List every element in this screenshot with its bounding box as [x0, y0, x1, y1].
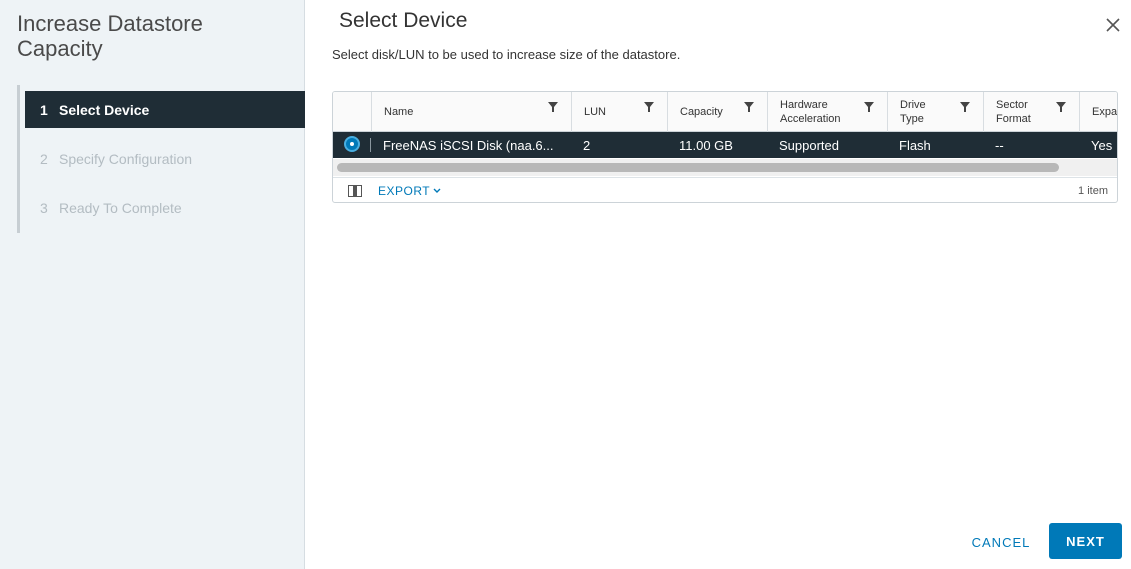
- column-header-capacity[interactable]: Capacity: [667, 92, 767, 132]
- chevron-down-icon: [433, 188, 441, 193]
- item-count: 1 item: [1078, 185, 1108, 197]
- table-row[interactable]: FreeNAS iSCSI Disk (naa.6... 2 11.00 GB …: [333, 132, 1117, 158]
- wizard-content: Select Device Select disk/LUN to be used…: [305, 0, 1131, 569]
- row-select-radio[interactable]: [344, 136, 360, 152]
- column-label: Name: [384, 106, 414, 118]
- cell-hardware-acceleration: Supported: [779, 137, 839, 153]
- next-button[interactable]: NEXT: [1049, 523, 1122, 559]
- horizontal-scrollbar[interactable]: [333, 159, 1117, 176]
- wizard-title: Increase Datastore Capacity: [17, 11, 203, 61]
- step-label: Specify Configuration: [59, 150, 193, 167]
- column-label: Capacity: [680, 106, 723, 118]
- select-column-header: [333, 92, 371, 132]
- wizard-sidebar: Increase Datastore Capacity 1 Select Dev…: [0, 0, 305, 569]
- export-label: EXPORT: [378, 184, 431, 198]
- filter-icon[interactable]: [1056, 102, 1066, 112]
- column-header-drive-type[interactable]: Drive Type: [887, 92, 983, 132]
- column-header-expandable[interactable]: Expa: [1079, 92, 1118, 132]
- cancel-button[interactable]: CANCEL: [960, 524, 1042, 560]
- filter-icon[interactable]: [744, 102, 754, 112]
- step-ready-to-complete[interactable]: 3 Ready To Complete: [25, 189, 305, 226]
- step-number: 3: [40, 199, 48, 216]
- step-select-device[interactable]: 1 Select Device: [25, 91, 305, 128]
- datagrid-header: Name LUN Capacity Hardware Acceleration D…: [333, 92, 1118, 132]
- step-label: Ready To Complete: [59, 199, 182, 216]
- column-label: Expa: [1092, 106, 1118, 118]
- page-subtitle: Select disk/LUN to be used to increase s…: [332, 47, 681, 62]
- cell-drive-type: Flash: [899, 137, 931, 153]
- step-number: 2: [40, 150, 48, 167]
- step-number: 1: [40, 101, 48, 118]
- cell-capacity: 11.00 GB: [679, 137, 733, 153]
- column-label: Sector Format: [996, 99, 1031, 125]
- page-title: Select Device: [339, 9, 468, 32]
- filter-icon[interactable]: [960, 102, 970, 112]
- filter-icon[interactable]: [548, 102, 558, 112]
- column-header-hardware-acceleration[interactable]: Hardware Acceleration: [767, 92, 887, 132]
- increase-datastore-dialog: Increase Datastore Capacity 1 Select Dev…: [0, 0, 1131, 569]
- column-header-lun[interactable]: LUN: [571, 92, 667, 132]
- column-label: Hardware Acceleration: [780, 99, 841, 125]
- export-button[interactable]: EXPORT: [378, 184, 441, 198]
- cell-lun: 2: [583, 137, 591, 153]
- filter-icon[interactable]: [644, 102, 654, 112]
- cell-name: FreeNAS iSCSI Disk (naa.6...: [383, 137, 554, 153]
- column-toggle-icon[interactable]: [348, 185, 362, 197]
- close-button[interactable]: [1103, 15, 1123, 35]
- cell-expandable: Yes: [1091, 137, 1113, 153]
- column-header-sector-format[interactable]: Sector Format: [983, 92, 1079, 132]
- step-label: Select Device: [59, 101, 150, 118]
- device-datagrid: Name LUN Capacity Hardware Acceleration D…: [332, 91, 1118, 203]
- scrollbar-thumb[interactable]: [337, 163, 1059, 172]
- wizard-steps: 1 Select Device 2 Specify Configuration …: [17, 85, 305, 233]
- close-icon: [1106, 18, 1120, 32]
- step-specify-configuration[interactable]: 2 Specify Configuration: [25, 140, 305, 177]
- column-header-name[interactable]: Name: [371, 92, 571, 132]
- column-label: Drive Type: [900, 99, 926, 125]
- filter-icon[interactable]: [864, 102, 874, 112]
- cell-sector-format: --: [995, 137, 1004, 153]
- datagrid-footer: EXPORT 1 item: [333, 177, 1117, 202]
- column-label: LUN: [584, 106, 607, 118]
